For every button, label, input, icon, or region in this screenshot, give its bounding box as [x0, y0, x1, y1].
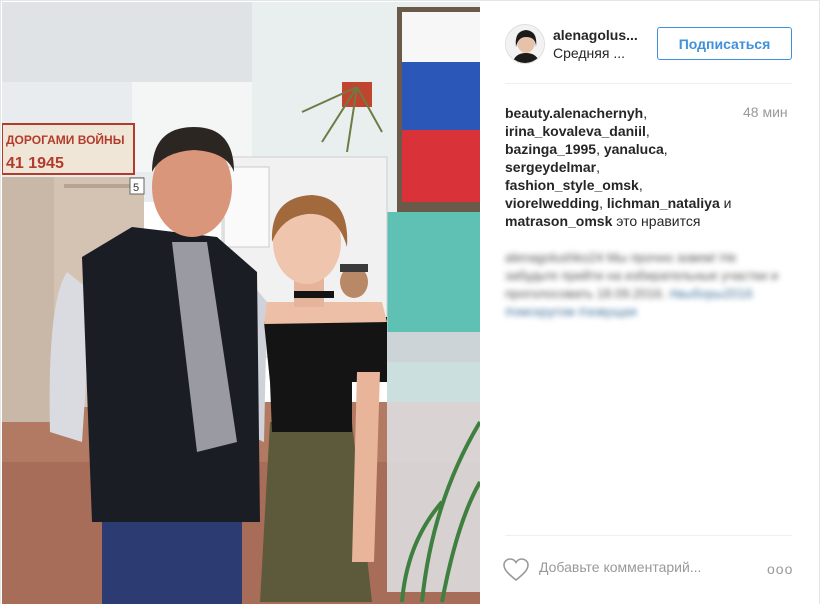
like-user[interactable]: fashion_style_omsk [505, 177, 639, 193]
post-location[interactable]: Средняя ... [553, 45, 625, 61]
booth-number: 5 [133, 182, 139, 194]
post-header: alenagolus... Средняя ... Подписаться [481, 1, 821, 83]
like-user[interactable]: lichman_nataliya [607, 195, 720, 211]
poster-line-1: ДОРОГАМИ ВОЙНЫ [6, 132, 124, 147]
like-user[interactable]: viorelwedding [505, 195, 599, 211]
post-time: 48 мин [743, 104, 788, 120]
post-username[interactable]: alenagolus... [553, 27, 638, 43]
photo-poster: ДОРОГАМИ ВОЙНЫ 41 1945 [2, 123, 135, 175]
likes-and: и [723, 195, 732, 211]
like-user[interactable]: matrason_omsk [505, 213, 612, 229]
post-frame: ДОРОГАМИ ВОЙНЫ 41 1945 5 alenagolus... С… [0, 0, 820, 604]
likes-suffix: это нравится [616, 213, 701, 229]
like-user[interactable]: yanaluca [604, 141, 664, 157]
likes-text: beauty.alenachernyh, irina_kovaleva_dani… [505, 105, 732, 229]
like-user[interactable]: bazinga_1995 [505, 141, 596, 157]
poster-line-2: 41 1945 [6, 155, 64, 172]
blurred-caption: alenagolushko24 Мы прочно зовем! Не забу… [505, 250, 779, 319]
more-options-icon[interactable]: ooo [767, 561, 793, 577]
like-user[interactable]: irina_kovaleva_daniil [505, 123, 646, 139]
post-photo[interactable]: ДОРОГАМИ ВОЙНЫ 41 1945 5 [2, 2, 480, 604]
follow-button[interactable]: Подписаться [657, 27, 792, 60]
add-comment-input[interactable]: Добавьте комментарий... [539, 559, 739, 575]
post-photo-image: ДОРОГАМИ ВОЙНЫ 41 1945 5 [2, 2, 480, 604]
like-user[interactable]: sergeydelmar [505, 159, 596, 175]
comment-divider [505, 535, 792, 536]
post-side-panel: alenagolus... Средняя ... Подписаться be… [481, 1, 821, 605]
photo-flag [397, 7, 480, 212]
avatar-image [506, 25, 544, 63]
like-user[interactable]: beauty.alenachernyh [505, 105, 643, 121]
header-divider [505, 83, 792, 84]
avatar[interactable] [505, 24, 545, 64]
heart-icon[interactable] [503, 558, 529, 582]
